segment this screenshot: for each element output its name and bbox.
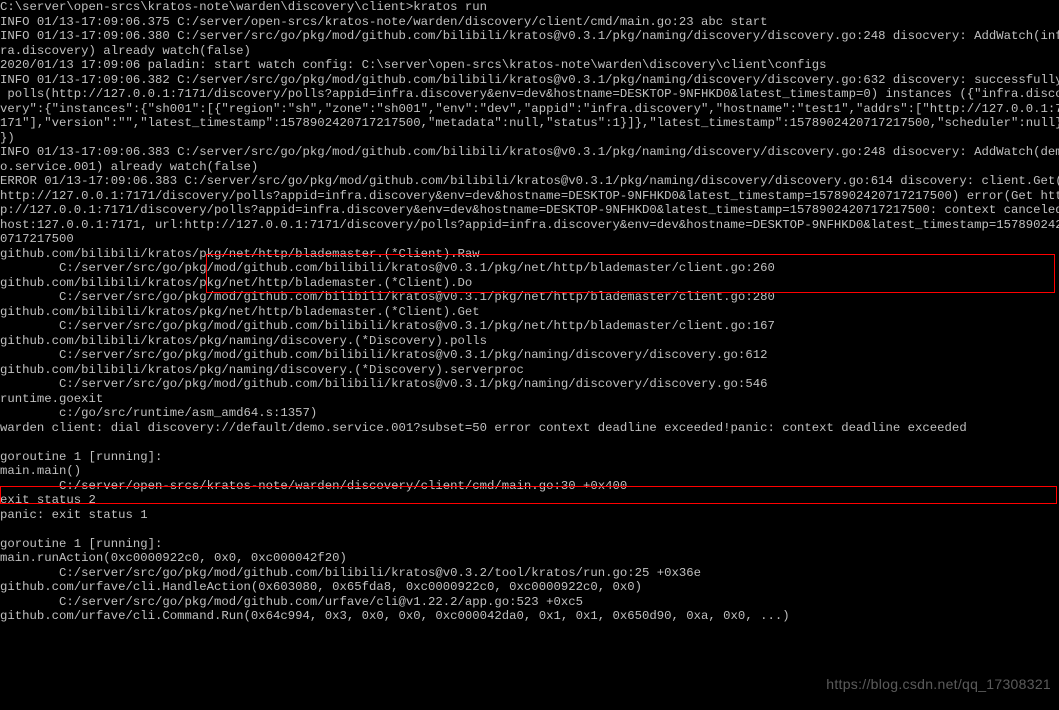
terminal-line: INFO 01/13-17:09:06.380 C:/server/src/go… (0, 29, 1059, 44)
terminal-line: github.com/bilibili/kratos/pkg/naming/di… (0, 334, 1059, 349)
terminal-line: INFO 01/13-17:09:06.375 C:/server/open-s… (0, 15, 1059, 30)
terminal-line: 171"],"version":"","latest_timestamp":15… (0, 116, 1059, 131)
terminal-line: github.com/urfave/cli.Command.Run(0x64c9… (0, 609, 1059, 624)
terminal-line (0, 522, 1059, 537)
terminal-line: C:/server/src/go/pkg/mod/github.com/urfa… (0, 595, 1059, 610)
terminal-line: C:/server/src/go/pkg/mod/github.com/bili… (0, 261, 1059, 276)
terminal-line: }) (0, 131, 1059, 146)
terminal-line: http://127.0.0.1:7171/discovery/polls?ap… (0, 189, 1059, 204)
terminal-line: github.com/bilibili/kratos/pkg/net/http/… (0, 276, 1059, 291)
terminal-line: github.com/bilibili/kratos/pkg/naming/di… (0, 363, 1059, 378)
terminal-line: C:\server\open-srcs\kratos-note\warden\d… (0, 0, 1059, 15)
terminal-line: INFO 01/13-17:09:06.383 C:/server/src/go… (0, 145, 1059, 160)
terminal-line: c:/go/src/runtime/asm_amd64.s:1357) (0, 406, 1059, 421)
terminal-line: github.com/bilibili/kratos/pkg/net/http/… (0, 305, 1059, 320)
terminal-line: main.runAction(0xc0000922c0, 0x0, 0xc000… (0, 551, 1059, 566)
terminal-line: C:/server/src/go/pkg/mod/github.com/bili… (0, 290, 1059, 305)
terminal-line: C:/server/src/go/pkg/mod/github.com/bili… (0, 319, 1059, 334)
terminal-line: ERROR 01/13-17:09:06.383 C:/server/src/g… (0, 174, 1059, 189)
terminal-line: o.service.001) already watch(false) (0, 160, 1059, 175)
terminal-line: runtime.goexit (0, 392, 1059, 407)
terminal-line: panic: exit status 1 (0, 508, 1059, 523)
terminal-line: polls(http://127.0.0.1:7171/discovery/po… (0, 87, 1059, 102)
terminal-line: 0717217500 (0, 232, 1059, 247)
terminal-line: C:/server/src/go/pkg/mod/github.com/bili… (0, 348, 1059, 363)
terminal-line: ra.discovery) already watch(false) (0, 44, 1059, 59)
terminal-line: p://127.0.0.1:7171/discovery/polls?appid… (0, 203, 1059, 218)
terminal-line: github.com/bilibili/kratos/pkg/net/http/… (0, 247, 1059, 262)
terminal-line: 2020/01/13 17:09:06 paladin: start watch… (0, 58, 1059, 73)
terminal-line: github.com/urfave/cli.HandleAction(0x603… (0, 580, 1059, 595)
terminal-line: main.main() (0, 464, 1059, 479)
terminal-line: warden client: dial discovery://default/… (0, 421, 1059, 436)
terminal-line: C:/server/open-srcs/kratos-note/warden/d… (0, 479, 1059, 494)
terminal-line (0, 435, 1059, 450)
terminal-line: host:127.0.0.1:7171, url:http://127.0.0.… (0, 218, 1059, 233)
terminal-line: exit status 2 (0, 493, 1059, 508)
terminal-line: goroutine 1 [running]: (0, 537, 1059, 552)
terminal-line: INFO 01/13-17:09:06.382 C:/server/src/go… (0, 73, 1059, 88)
terminal-line: goroutine 1 [running]: (0, 450, 1059, 465)
terminal-output: C:\server\open-srcs\kratos-note\warden\d… (0, 0, 1059, 710)
terminal-line: very":{"instances":{"sh001":[{"region":"… (0, 102, 1059, 117)
terminal-line: C:/server/src/go/pkg/mod/github.com/bili… (0, 566, 1059, 581)
terminal-line: C:/server/src/go/pkg/mod/github.com/bili… (0, 377, 1059, 392)
